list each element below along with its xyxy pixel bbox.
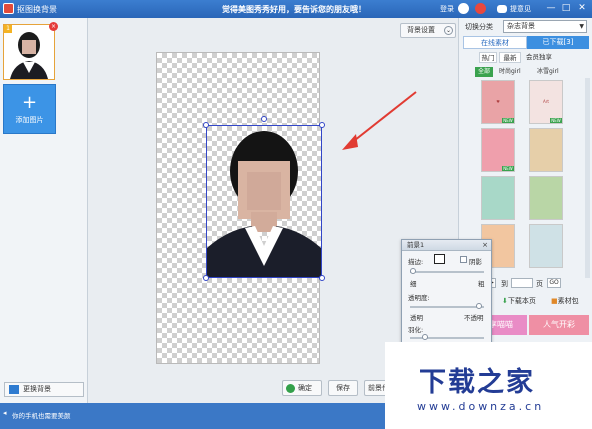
download-page-label: 下载本页: [507, 297, 536, 305]
switch-category-label: 切换分类: [465, 23, 493, 31]
shadow-label: 阴影: [469, 258, 482, 266]
watermark-brand: 下载之家: [419, 367, 535, 398]
shadow-checkbox[interactable]: [460, 256, 467, 263]
filter-all[interactable]: 全部: [475, 67, 493, 77]
material-thumbnail[interactable]: Art NEW: [529, 80, 563, 124]
feather-label: 羽化:: [408, 326, 424, 334]
material-scrollbar[interactable]: [585, 78, 590, 278]
foreground-settings-panel: 前景1 × 描边: 阴影 细 粗 透明度: 透明 不透明 羽化:: [401, 239, 492, 349]
opacity-slider[interactable]: [410, 306, 484, 308]
new-badge: NEW: [502, 166, 514, 171]
package-icon: ■: [551, 297, 558, 305]
feather-knob[interactable]: [422, 334, 428, 340]
filter-fashion-girl[interactable]: 时尚girl: [499, 67, 521, 77]
material-thumbnail[interactable]: [529, 224, 563, 268]
material-grid: ♥ NEW Art NEW NEW: [477, 78, 589, 304]
speaker-icon: ◂: [3, 409, 7, 417]
watermark-url: www.downza.cn: [417, 400, 545, 413]
page-number-input[interactable]: [511, 278, 533, 288]
opacity-label: 透明度:: [408, 294, 430, 302]
opaque-label: 不透明: [464, 314, 484, 322]
material-pack-button[interactable]: ■素材包: [551, 296, 579, 306]
material-thumbnail[interactable]: ♥ NEW: [481, 80, 515, 124]
border-label: 描边:: [408, 258, 424, 266]
tab-downloaded[interactable]: 已下载[3]: [527, 36, 589, 49]
download-page-button[interactable]: ⬇下载本页: [502, 296, 536, 306]
new-badge: NEW: [550, 118, 562, 123]
border-width-knob[interactable]: [410, 268, 416, 274]
thick-label: 粗: [478, 280, 485, 288]
material-thumbnail[interactable]: [529, 128, 563, 172]
pager-to-label: 到: [501, 280, 508, 288]
material-pack-label: 素材包: [557, 297, 579, 305]
category-value: 杂志背景: [507, 22, 535, 30]
subtab-hot[interactable]: 热门: [479, 52, 497, 63]
close-icon[interactable]: ×: [482, 240, 488, 251]
status-message[interactable]: 你的手机也需要美颜: [12, 410, 71, 420]
foreground-panel-title: 前景1: [407, 241, 425, 249]
subtab-vip[interactable]: 会员独享: [523, 52, 555, 63]
thin-label: 细: [410, 280, 417, 288]
opacity-knob[interactable]: [476, 303, 482, 309]
new-badge: NEW: [502, 118, 514, 123]
subtab-newest[interactable]: 最新: [499, 52, 521, 63]
material-thumbnail[interactable]: NEW: [481, 128, 515, 172]
site-watermark: 下载之家 www.downza.cn: [385, 342, 592, 429]
dropdown-arrow-icon: ▼: [579, 23, 584, 30]
transparent-label: 透明: [410, 314, 423, 322]
border-width-slider[interactable]: [410, 271, 484, 273]
border-color-swatch[interactable]: [434, 254, 445, 264]
material-thumbnail[interactable]: [529, 176, 563, 220]
go-button[interactable]: GO: [547, 278, 561, 288]
tab-online-materials[interactable]: 在线素材: [463, 36, 527, 49]
pager-page-label: 页: [536, 280, 543, 288]
promo-banner[interactable]: 人气开彩: [529, 315, 589, 335]
material-thumbnail[interactable]: [481, 176, 515, 220]
foreground-panel-header: 前景1 ×: [402, 240, 491, 251]
category-select[interactable]: 杂志背景 ▼: [503, 20, 587, 33]
filter-ice-girl[interactable]: 冰雪girl: [537, 67, 559, 77]
